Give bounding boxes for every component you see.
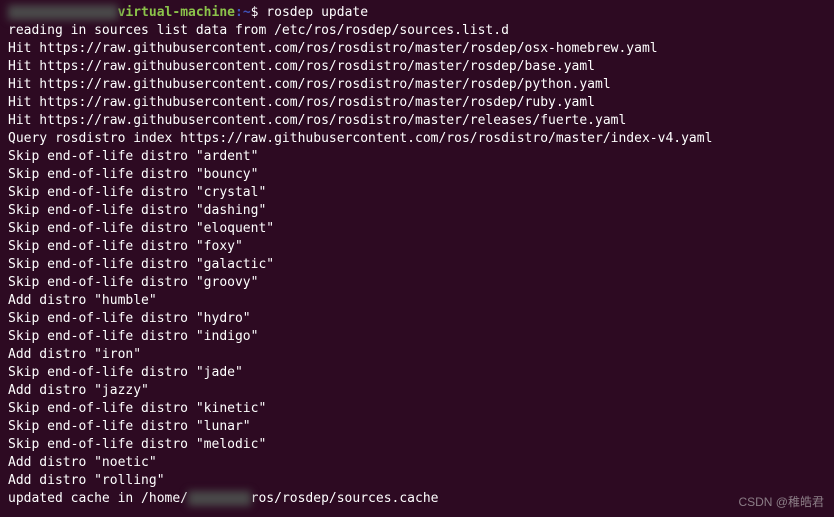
command: rosdep update bbox=[266, 5, 368, 20]
output-line: Add distro "humble" bbox=[8, 292, 826, 310]
prompt-line[interactable]: xxxxxxxxxxxxxxvirtual-machine:~$ rosdep … bbox=[8, 4, 826, 22]
last-blur: xxxxxxxx bbox=[188, 491, 251, 506]
output-line-last: updated cache in /home/xxxxxxxxros/rosde… bbox=[8, 490, 826, 508]
terminal-output: reading in sources list data from /etc/r… bbox=[8, 22, 826, 490]
output-line: Skip end-of-life distro "lunar" bbox=[8, 418, 826, 436]
output-line: Hit https://raw.githubusercontent.com/ro… bbox=[8, 40, 826, 58]
last-prefix: updated cache in /home/ bbox=[8, 491, 188, 506]
output-line: Skip end-of-life distro "hydro" bbox=[8, 310, 826, 328]
prompt-user-blur: xxxxxxxxxxxxxx bbox=[8, 5, 118, 20]
output-line: Add distro "iron" bbox=[8, 346, 826, 364]
output-line: Skip end-of-life distro "foxy" bbox=[8, 238, 826, 256]
output-line: Skip end-of-life distro "ardent" bbox=[8, 148, 826, 166]
output-line: Skip end-of-life distro "eloquent" bbox=[8, 220, 826, 238]
output-line: Skip end-of-life distro "indigo" bbox=[8, 328, 826, 346]
output-line: Skip end-of-life distro "bouncy" bbox=[8, 166, 826, 184]
watermark: CSDN @稚皓君 bbox=[738, 493, 824, 511]
prompt-separator: : bbox=[235, 5, 243, 20]
output-line: Hit https://raw.githubusercontent.com/ro… bbox=[8, 76, 826, 94]
output-line: Hit https://raw.githubusercontent.com/ro… bbox=[8, 112, 826, 130]
output-line: Add distro "jazzy" bbox=[8, 382, 826, 400]
output-line: Add distro "noetic" bbox=[8, 454, 826, 472]
output-line: Skip end-of-life distro "groovy" bbox=[8, 274, 826, 292]
output-line: Skip end-of-life distro "crystal" bbox=[8, 184, 826, 202]
output-line: Query rosdistro index https://raw.github… bbox=[8, 130, 826, 148]
output-line: Skip end-of-life distro "kinetic" bbox=[8, 400, 826, 418]
output-line: Skip end-of-life distro "melodic" bbox=[8, 436, 826, 454]
output-line: Add distro "rolling" bbox=[8, 472, 826, 490]
output-line: Skip end-of-life distro "dashing" bbox=[8, 202, 826, 220]
last-suffix: ros/rosdep/sources.cache bbox=[251, 491, 439, 506]
prompt-path: ~ bbox=[243, 5, 251, 20]
output-line: reading in sources list data from /etc/r… bbox=[8, 22, 826, 40]
output-line: Hit https://raw.githubusercontent.com/ro… bbox=[8, 94, 826, 112]
prompt-host: virtual-machine bbox=[118, 5, 235, 20]
output-line: Skip end-of-life distro "jade" bbox=[8, 364, 826, 382]
output-line: Hit https://raw.githubusercontent.com/ro… bbox=[8, 58, 826, 76]
output-line: Skip end-of-life distro "galactic" bbox=[8, 256, 826, 274]
